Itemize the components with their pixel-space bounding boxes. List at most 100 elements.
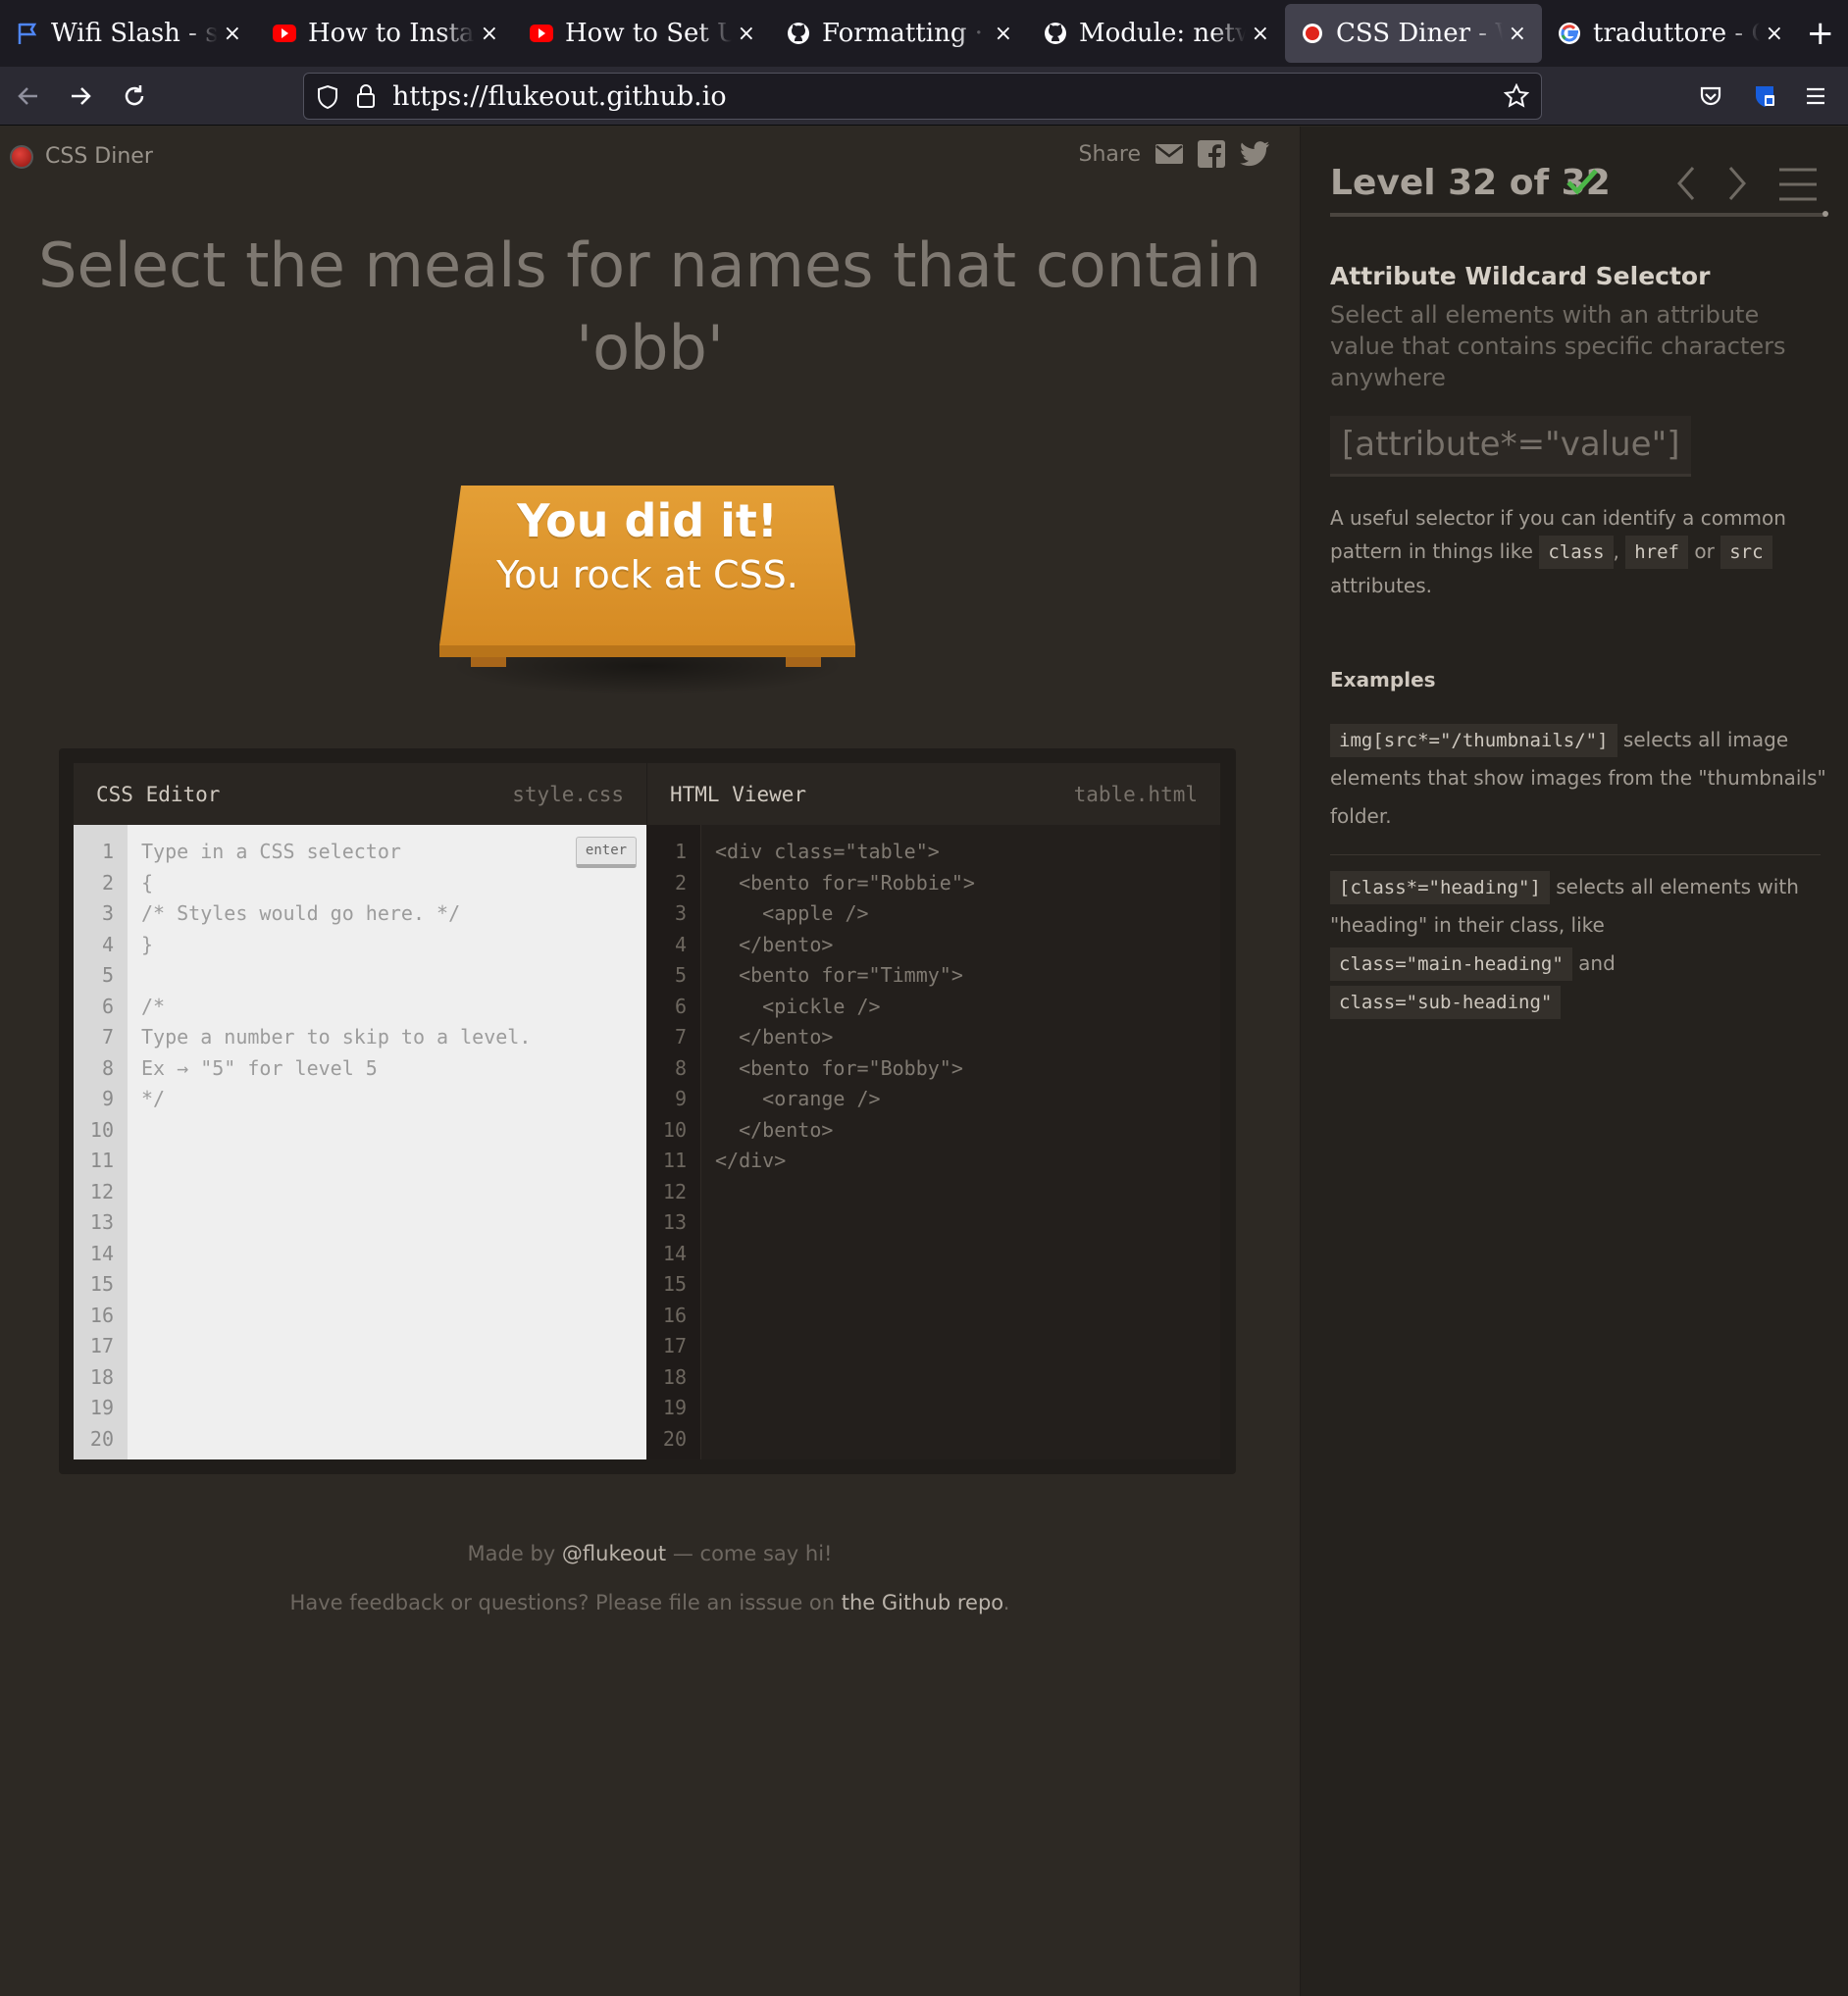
- html-viewer-title: HTML Viewer: [670, 782, 807, 806]
- shield-icon[interactable]: [316, 84, 339, 110]
- lock-icon[interactable]: [355, 83, 377, 109]
- url-bar[interactable]: https://flukeout.github.io: [303, 73, 1542, 120]
- line-number: 6: [674, 994, 687, 1018]
- code-line: Type a number to skip to a level.: [141, 1025, 532, 1049]
- code-line: */: [141, 1087, 166, 1110]
- css-editor-body[interactable]: 1 2 3 4 5 6 7 8 9 10 11 12 13 14 15 16 17 18 19 20 Type in …: [74, 825, 646, 1459]
- twitter-icon[interactable]: [1239, 140, 1270, 168]
- close-icon[interactable]: ×: [1509, 22, 1526, 46]
- level-instruction: Select the meals for names that contain …: [38, 230, 1261, 384]
- new-tab-button[interactable]: +: [1807, 14, 1835, 53]
- code-line: </bento>: [715, 932, 834, 956]
- success-subtitle: You rock at CSS.: [496, 553, 798, 596]
- feedback-suffix: .: [1002, 1591, 1010, 1614]
- code-line: Type in a CSS selector: [141, 840, 401, 863]
- line-number: 7: [674, 1025, 687, 1049]
- author-link[interactable]: @flukeout: [562, 1542, 666, 1565]
- line-number: 9: [101, 1087, 114, 1110]
- tab-wifi-slash[interactable]: Wifi Slash - sol ×: [0, 0, 257, 67]
- reload-icon: [125, 85, 144, 106]
- close-icon[interactable]: ×: [1252, 22, 1269, 46]
- tab-how-to-set-up[interactable]: How to Set Up ×: [514, 0, 771, 67]
- credit-prefix: Made by: [467, 1542, 562, 1565]
- tab-bar: Wifi Slash - sol × How to Install × How …: [0, 0, 1848, 67]
- forward-button[interactable]: [61, 77, 100, 116]
- app-menu-button[interactable]: [1796, 77, 1835, 116]
- tab-title: CSS Diner - W: [1336, 19, 1503, 48]
- close-icon[interactable]: ×: [481, 22, 498, 46]
- close-icon[interactable]: ×: [738, 22, 755, 46]
- line-number: 3: [674, 901, 687, 925]
- html-markup: <div class="table"> <bento for="Robbie">…: [701, 825, 975, 1459]
- enter-button[interactable]: enter: [576, 837, 637, 868]
- css-input[interactable]: Type in a CSS selector {/* Styles would g…: [128, 825, 646, 1459]
- line-number: 4: [674, 932, 687, 956]
- code-line: </div>: [715, 1149, 787, 1172]
- line-number: 20: [662, 1426, 687, 1451]
- tab-title: Module: netw: [1079, 19, 1246, 48]
- line-number: 19: [89, 1396, 114, 1419]
- close-icon[interactable]: ×: [224, 22, 241, 46]
- line-number: 10: [89, 1117, 114, 1142]
- css-diner-logo-icon: [10, 144, 33, 169]
- line-number: 4: [101, 932, 114, 956]
- selector-hint: A useful selector if you can identify a …: [1330, 501, 1840, 602]
- facebook-icon[interactable]: [1198, 140, 1225, 168]
- close-icon[interactable]: ×: [995, 22, 1012, 46]
- chevron-left-icon[interactable]: [1671, 162, 1701, 205]
- email-icon[interactable]: [1155, 142, 1184, 166]
- html-viewer-filename: table.html: [1073, 782, 1198, 806]
- line-number: 13: [89, 1210, 114, 1234]
- level-menu-icon[interactable]: [1777, 166, 1819, 203]
- css-diner-icon: [1301, 22, 1324, 45]
- back-button[interactable]: [9, 77, 48, 116]
- code-line: /*: [141, 994, 166, 1018]
- line-number: 17: [662, 1334, 687, 1357]
- chevron-right-icon[interactable]: [1722, 162, 1752, 205]
- line-number: 7: [101, 1025, 114, 1049]
- success-message: You did it! You rock at CSS.: [441, 491, 853, 599]
- line-number: 14: [662, 1241, 687, 1265]
- tab-module-network[interactable]: Module: netw ×: [1028, 0, 1285, 67]
- line-number: 3: [101, 901, 114, 925]
- tab-traduttore[interactable]: traduttore - Go ×: [1542, 0, 1799, 67]
- feedback-line: Have feedback or questions? Please file …: [0, 1578, 1300, 1627]
- tab-css-diner[interactable]: CSS Diner - W ×: [1285, 4, 1542, 63]
- url-text: https://flukeout.github.io: [392, 81, 727, 112]
- bookmark-star-icon[interactable]: [1504, 83, 1529, 109]
- example-1: img[src*="/thumbnails/"] selects all ima…: [1330, 721, 1830, 836]
- code-line: </bento>: [715, 1117, 834, 1142]
- tab-how-to-install[interactable]: How to Install ×: [257, 0, 514, 67]
- pocket-button[interactable]: [1691, 77, 1730, 116]
- html-viewer-header: HTML Viewer table.html: [647, 763, 1220, 825]
- example-2-and: and: [1578, 951, 1616, 975]
- youtube-icon: [530, 22, 553, 45]
- hint-separator: ,: [1613, 539, 1619, 563]
- close-icon[interactable]: ×: [1766, 22, 1783, 46]
- github-repo-link[interactable]: the Github repo: [842, 1591, 1003, 1614]
- line-number: 15: [662, 1272, 687, 1296]
- github-icon: [787, 22, 810, 45]
- credit-line: Made by @flukeout — come say hi!: [0, 1529, 1300, 1578]
- tab-formatting[interactable]: Formatting · p ×: [771, 0, 1028, 67]
- reload-button[interactable]: [115, 77, 154, 116]
- line-number: 18: [89, 1364, 114, 1389]
- navigation-toolbar: https://flukeout.github.io: [0, 67, 1848, 126]
- code-line: <div class="table">: [715, 840, 940, 863]
- code-line: <apple />: [715, 901, 869, 925]
- extension-button[interactable]: [1745, 77, 1784, 116]
- tab-title: How to Set Up: [565, 19, 732, 48]
- code-line: <pickle />: [715, 994, 881, 1018]
- css-line-numbers: 1 2 3 4 5 6 7 8 9 10 11 12 13 14 15 16 17 18 19 20: [74, 825, 128, 1459]
- selector-syntax: [attribute*="value"]: [1330, 416, 1692, 477]
- google-icon: [1558, 22, 1581, 45]
- code-line: /* Styles would go here. */: [141, 901, 461, 925]
- app-name: CSS Diner: [45, 144, 153, 169]
- logo[interactable]: CSS Diner: [10, 144, 153, 169]
- selector-name: Attribute Wildcard Selector: [1330, 262, 1711, 290]
- line-number: 8: [101, 1055, 114, 1080]
- line-number: 6: [101, 994, 114, 1018]
- tab-title: How to Install: [308, 19, 475, 48]
- line-number: 12: [89, 1179, 114, 1203]
- share-bar: Share: [1079, 140, 1271, 168]
